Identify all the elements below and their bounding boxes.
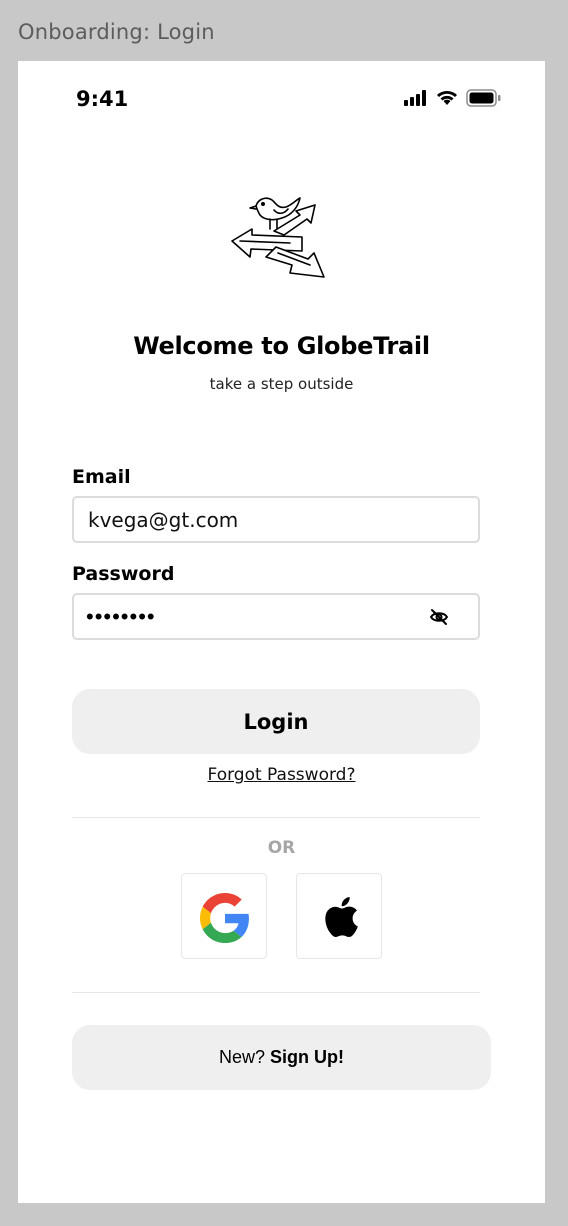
divider-top: [72, 817, 480, 818]
forgot-password-link[interactable]: Forgot Password?: [208, 765, 356, 785]
divider-bottom: [72, 992, 480, 993]
email-field-box: [72, 496, 480, 543]
signup-label: Sign Up!: [270, 1047, 345, 1067]
password-label: Password: [72, 563, 175, 585]
wifi-icon: [437, 91, 457, 105]
frame-title: Onboarding: Login: [18, 20, 215, 44]
welcome-title: Welcome to GlobeTrail: [133, 332, 430, 360]
password-field[interactable]: ••••••••: [72, 593, 480, 640]
google-icon: [200, 893, 249, 943]
eye-slash-icon[interactable]: [429, 607, 449, 627]
email-label: Email: [72, 466, 131, 488]
bird-on-signpost-logo: [231, 197, 325, 278]
google-login-button[interactable]: [181, 873, 267, 959]
signup-button[interactable]: New? Sign Up!: [72, 1025, 491, 1090]
apple-icon: [325, 897, 358, 938]
status-time: 9:41: [76, 87, 129, 111]
cellular-signal-icon: [404, 90, 426, 106]
email-input[interactable]: [74, 498, 414, 541]
password-masked-value: ••••••••: [86, 604, 156, 629]
tagline: take a step outside: [209, 375, 354, 393]
signup-prefix: New?: [218, 1047, 271, 1067]
battery-icon: [466, 89, 501, 107]
login-button[interactable]: Login: [72, 689, 480, 754]
forgot-password-row: Forgot Password?: [18, 765, 545, 785]
phone-screen: 9:41 Welcome to GlobeTrail take a step o…: [18, 61, 545, 1203]
or-separator: OR: [267, 838, 296, 858]
apple-login-button[interactable]: [296, 873, 382, 959]
